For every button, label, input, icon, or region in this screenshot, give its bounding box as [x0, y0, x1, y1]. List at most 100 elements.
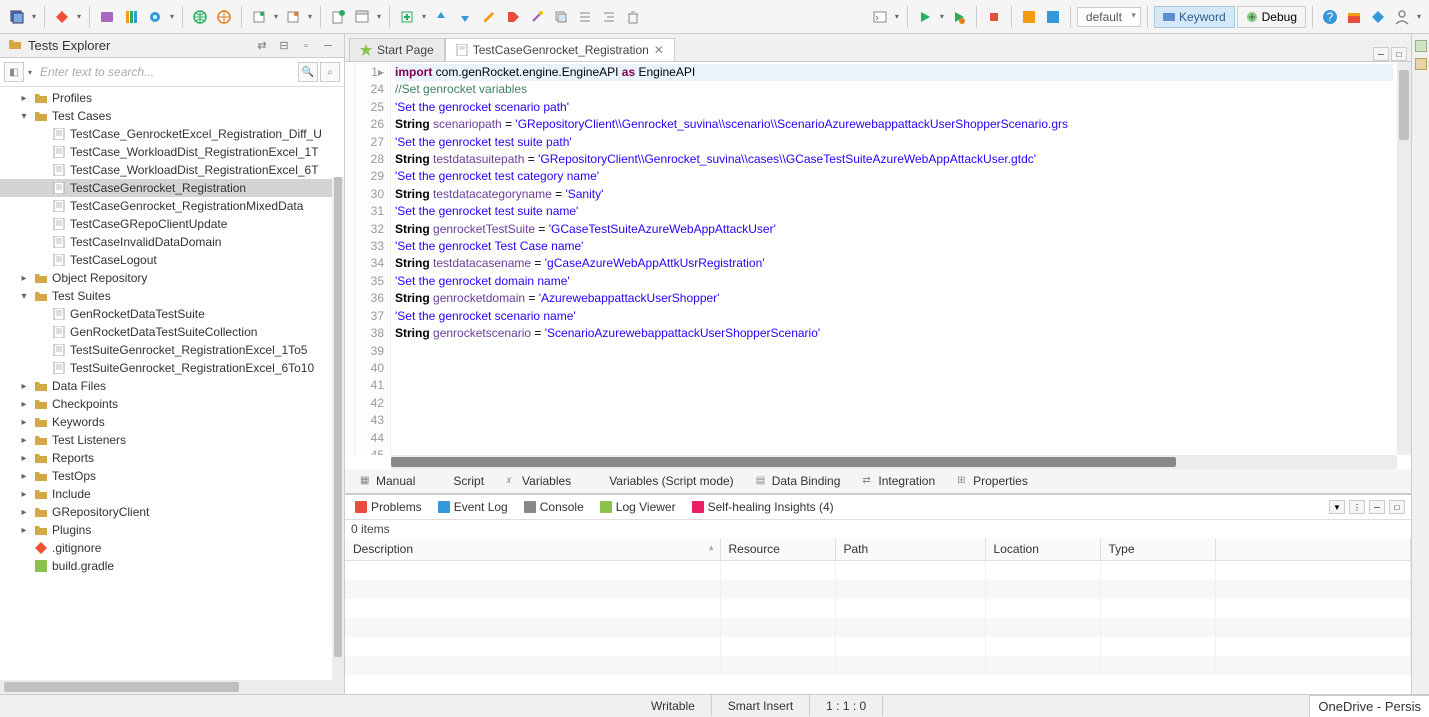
tree-folder-reports[interactable]: ▸Reports [0, 449, 344, 467]
tree-file-genrocketdatatestsuite[interactable]: GenRocketDataTestSuite [0, 305, 344, 323]
tree-file-testcasegenrocket-registration[interactable]: TestCaseGenrocket_Registration [0, 179, 344, 197]
bottom-tab-console[interactable]: Console [520, 497, 588, 517]
tree-file-testsuitegenrocket-registrationexcel-6to10[interactable]: TestSuiteGenrocket_RegistrationExcel_6To… [0, 359, 344, 377]
wand-button[interactable] [526, 6, 548, 28]
tree-hscrollbar[interactable] [0, 680, 344, 694]
close-icon[interactable]: ✕ [654, 43, 664, 57]
capture-button[interactable] [248, 6, 270, 28]
minimize-button[interactable]: ─ [320, 39, 336, 53]
col-path[interactable]: Path [835, 538, 985, 561]
save-all-button[interactable] [6, 6, 28, 28]
run-button[interactable] [914, 6, 936, 28]
stop-button[interactable] [983, 6, 1005, 28]
profile-selector[interactable]: default [1077, 7, 1141, 27]
tree-file-testsuitegenrocket-registrationexcel-1to5[interactable]: TestSuiteGenrocket_RegistrationExcel_1To… [0, 341, 344, 359]
subtab-variables[interactable]: 𝑥Variables [495, 469, 582, 493]
link-button[interactable]: ⇄ [254, 39, 270, 53]
edit-button[interactable] [478, 6, 500, 28]
min-bottom-button[interactable]: ─ [1369, 500, 1385, 514]
view-menu-button[interactable]: ▫ [298, 39, 314, 53]
tree-folder-include[interactable]: ▸Include [0, 485, 344, 503]
copy-button[interactable] [550, 6, 572, 28]
col-location[interactable]: Location [985, 538, 1100, 561]
tab-start-page[interactable]: Start Page [349, 38, 445, 61]
tree-folder-profiles[interactable]: ▸Profiles [0, 89, 344, 107]
spy-mobile-button[interactable] [120, 6, 142, 28]
min-editor-button[interactable]: ─ [1373, 47, 1389, 61]
tag-button[interactable] [502, 6, 524, 28]
subtab-data-binding[interactable]: ▤Data Binding [745, 469, 852, 493]
record-button[interactable] [144, 6, 166, 28]
tab-testcasegenrocket-registration[interactable]: TestCaseGenrocket_Registration✕ [445, 38, 675, 61]
cheatsheet-toggle[interactable] [1415, 58, 1427, 70]
col-resource[interactable]: Resource [720, 538, 835, 561]
search-exec-button[interactable]: 🔍 [298, 62, 318, 82]
max-bottom-button[interactable]: □ [1389, 500, 1405, 514]
add-button[interactable] [396, 6, 418, 28]
fold-strip[interactable] [345, 62, 355, 455]
tree-folder-data-files[interactable]: ▸Data Files [0, 377, 344, 395]
web-globe-button[interactable] [189, 6, 211, 28]
subtab-properties[interactable]: ⊞Properties [946, 469, 1039, 493]
run-debug-button[interactable] [948, 6, 970, 28]
gift-button[interactable] [1343, 6, 1365, 28]
max-editor-button[interactable]: □ [1391, 47, 1407, 61]
search-scope-button[interactable]: ◧ [4, 62, 24, 82]
tree-folder-object-repository[interactable]: ▸Object Repository [0, 269, 344, 287]
search-clear-button[interactable]: ⌕ [320, 62, 340, 82]
git-dropdown[interactable]: ▾ [75, 12, 83, 21]
record-dropdown[interactable]: ▾ [168, 12, 176, 21]
tree-folder-checkpoints[interactable]: ▸Checkpoints [0, 395, 344, 413]
tree-folder-plugins[interactable]: ▸Plugins [0, 521, 344, 539]
help-button[interactable]: ? [1319, 6, 1341, 28]
tree-file-testcasegenrocket-registrationmixeddata[interactable]: TestCaseGenrocket_RegistrationMixedData [0, 197, 344, 215]
spy-web-button[interactable] [96, 6, 118, 28]
save-dropdown[interactable]: ▾ [30, 12, 38, 21]
search-input[interactable] [36, 61, 296, 83]
new-testsuite-button[interactable] [351, 6, 373, 28]
tree-folder-testops[interactable]: ▸TestOps [0, 467, 344, 485]
web-globe2-button[interactable] [213, 6, 235, 28]
subtab-integration[interactable]: ⇄Integration [851, 469, 946, 493]
tree-file-testcase-genrocketexcel-registration-diff-u[interactable]: TestCase_GenrocketExcel_Registration_Dif… [0, 125, 344, 143]
testops-button[interactable] [1042, 6, 1064, 28]
col-type[interactable]: Type [1100, 538, 1215, 561]
account-button[interactable] [1391, 6, 1413, 28]
tree-file-build-gradle[interactable]: build.gradle [0, 557, 344, 575]
bottom-tab-log-viewer[interactable]: Log Viewer [596, 497, 680, 517]
move-up-button[interactable] [430, 6, 452, 28]
tree-folder-test-listeners[interactable]: ▸Test Listeners [0, 431, 344, 449]
menu-button[interactable]: ⋮ [1349, 500, 1365, 514]
editor-hscrollbar[interactable] [391, 455, 1397, 469]
tree-folder-keywords[interactable]: ▸Keywords [0, 413, 344, 431]
bottom-tab-event-log[interactable]: Event Log [434, 497, 512, 517]
debug-button[interactable]: Debug [1237, 6, 1306, 28]
filter-button[interactable]: ▼ [1329, 500, 1345, 514]
analytics-button[interactable] [1018, 6, 1040, 28]
subtab-script[interactable]: Script [426, 469, 495, 493]
capture2-button[interactable] [282, 6, 304, 28]
git-button[interactable] [51, 6, 73, 28]
tree-file--gitignore[interactable]: .gitignore [0, 539, 344, 557]
tree-file-genrocketdatatestsuitecollection[interactable]: GenRocketDataTestSuiteCollection [0, 323, 344, 341]
tree-file-testcase-workloaddist-registrationexcel-6t[interactable]: TestCase_WorkloadDist_RegistrationExcel_… [0, 161, 344, 179]
bottom-tab-self-healing-insights-4-[interactable]: Self-healing Insights (4) [688, 497, 838, 517]
tree-vscrollbar[interactable] [332, 177, 344, 680]
col-description[interactable]: Description▴ [345, 538, 720, 561]
indent-button[interactable] [574, 6, 596, 28]
new-testcase-button[interactable] [327, 6, 349, 28]
problems-table[interactable]: Description▴ResourcePathLocationType [345, 538, 1411, 694]
tree-folder-grepositoryclient[interactable]: ▸GRepositoryClient [0, 503, 344, 521]
notifications-button[interactable] [1367, 6, 1389, 28]
tree-file-testcaseinvaliddatadomain[interactable]: TestCaseInvalidDataDomain [0, 233, 344, 251]
outdent-button[interactable] [598, 6, 620, 28]
tree-file-testcase-workloaddist-registrationexcel-1t[interactable]: TestCase_WorkloadDist_RegistrationExcel_… [0, 143, 344, 161]
terminal-button[interactable] [869, 6, 891, 28]
subtab-manual[interactable]: ▦Manual [349, 469, 426, 493]
tree-folder-test-cases[interactable]: ▾Test Cases [0, 107, 344, 125]
tree-file-testcaselogout[interactable]: TestCaseLogout [0, 251, 344, 269]
tree[interactable]: ▸Profiles▾Test CasesTestCase_GenrocketEx… [0, 87, 344, 680]
collapse-button[interactable]: ⊟ [276, 39, 292, 53]
tree-file-testcasegrepoclientupdate[interactable]: TestCaseGRepoClientUpdate [0, 215, 344, 233]
editor-vscrollbar[interactable] [1397, 62, 1411, 455]
